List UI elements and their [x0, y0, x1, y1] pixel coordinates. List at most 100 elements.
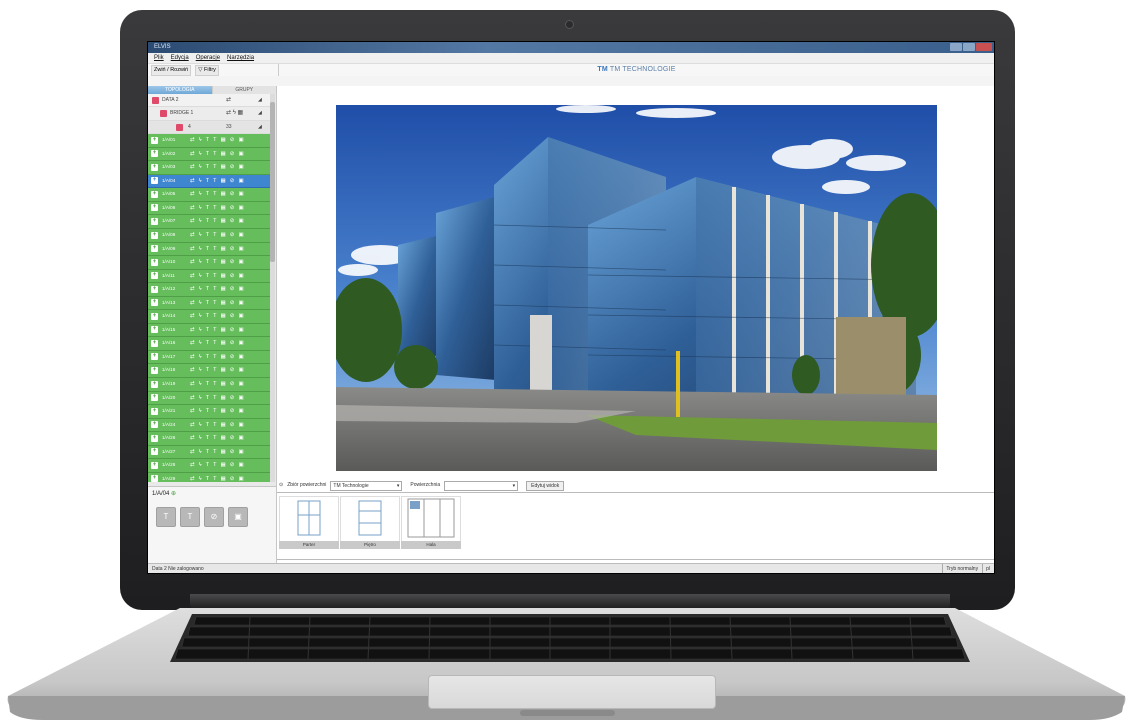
- device-row-action-icons[interactable]: ⇄ ϟ T T ▦ ⊘ ▣: [190, 364, 245, 377]
- tree-node-data[interactable]: DATA 2 ⇄ ◢: [148, 94, 270, 108]
- device-row[interactable]: +1/A/02 ⇄ ϟ T T ▦ ⊘ ▣: [148, 147, 270, 162]
- device-row[interactable]: +1/A/26 ⇄ ϟ T T ▦ ⊘ ▣: [148, 432, 270, 446]
- device-row-action-icons[interactable]: ⇄ ϟ T T ▦ ⊘ ▣: [190, 229, 245, 242]
- device-row[interactable]: +1/A/19 ⇄ ϟ T T ▦ ⊘ ▣: [148, 378, 270, 392]
- device-row-action-icons[interactable]: ⇄ ϟ T T ▦ ⊘ ▣: [190, 310, 245, 323]
- add-icon[interactable]: +: [151, 407, 158, 415]
- disable-button[interactable]: ⊘: [204, 507, 224, 527]
- temperature-set-button[interactable]: T: [180, 507, 200, 527]
- device-row-action-icons[interactable]: ⇄ ϟ T T ▦ ⊘ ▣: [190, 188, 245, 201]
- device-row[interactable]: +1/A/13 ⇄ ϟ T T ▦ ⊘ ▣: [148, 296, 270, 311]
- device-row[interactable]: +1/A/10 ⇄ ϟ T T ▦ ⊘ ▣: [148, 256, 270, 270]
- device-row[interactable]: +1/A/21 ⇄ ϟ T T ▦ ⊘ ▣: [148, 405, 270, 419]
- tree-node-group[interactable]: 4 33 ◢: [148, 120, 270, 135]
- device-row[interactable]: +1/A/08 ⇄ ϟ T T ▦ ⊘ ▣: [148, 229, 270, 243]
- collapse-expand-button[interactable]: Zwiń / Rozwiń: [151, 65, 192, 76]
- expand-icon[interactable]: ◢: [258, 107, 262, 119]
- device-row-action-icons[interactable]: ⇄ ϟ T T ▦ ⊘ ▣: [190, 419, 245, 432]
- device-row[interactable]: +1/A/24 ⇄ ϟ T T ▦ ⊘ ▣: [148, 418, 270, 433]
- device-row-action-icons[interactable]: ⇄ ϟ T T ▦ ⊘ ▣: [190, 337, 245, 350]
- device-row[interactable]: +1/A/04 ⇄ ϟ T T ▦ ⊘ ▣: [148, 174, 270, 189]
- add-icon[interactable]: +: [151, 366, 158, 374]
- device-row[interactable]: +1/A/15 ⇄ ϟ T T ▦ ⊘ ▣: [148, 323, 270, 338]
- add-icon[interactable]: +: [151, 326, 158, 334]
- add-icon[interactable]: +: [151, 258, 158, 266]
- device-row-action-icons[interactable]: ⇄ ϟ T T ▦ ⊘ ▣: [190, 432, 245, 445]
- tab-topology[interactable]: TOPOLOGIA: [148, 86, 212, 94]
- device-row[interactable]: +1/A/09 ⇄ ϟ T T ▦ ⊘ ▣: [148, 242, 270, 257]
- device-row-action-icons[interactable]: ⇄ ϟ T T ▦ ⊘ ▣: [190, 161, 245, 174]
- add-icon[interactable]: +: [151, 448, 158, 456]
- save-button[interactable]: ▣: [228, 507, 248, 527]
- device-row[interactable]: +1/A/29 ⇄ ϟ T T ▦ ⊘ ▣: [148, 472, 270, 482]
- device-row-action-icons[interactable]: ⇄ ϟ T T ▦ ⊘ ▣: [190, 405, 245, 418]
- device-row-action-icons[interactable]: ⇄ ϟ T T ▦ ⊘ ▣: [190, 392, 245, 405]
- add-icon[interactable]: ⊕: [171, 491, 176, 497]
- add-icon[interactable]: +: [151, 434, 158, 442]
- device-row[interactable]: +1/A/06 ⇄ ϟ T T ▦ ⊘ ▣: [148, 201, 270, 216]
- device-row-action-icons[interactable]: ⇄ ϟ T T ▦ ⊘ ▣: [190, 202, 245, 215]
- device-row-action-icons[interactable]: ⇄ ϟ T T ▦ ⊘ ▣: [190, 175, 245, 188]
- edit-view-button[interactable]: Edytuj widok: [526, 481, 565, 491]
- device-row[interactable]: +1/A/05 ⇄ ϟ T T ▦ ⊘ ▣: [148, 188, 270, 202]
- tree-node-bridge[interactable]: BRIDGE 1 ⇄ ϟ ▦ ◢: [148, 107, 270, 121]
- surface-select[interactable]: ▾: [444, 481, 519, 491]
- add-icon[interactable]: +: [151, 231, 158, 239]
- add-icon[interactable]: +: [151, 353, 158, 361]
- device-row-action-icons[interactable]: ⇄ ϟ T T ▦ ⊘ ▣: [190, 473, 245, 482]
- device-row-action-icons[interactable]: ⇄ ϟ T T ▦ ⊘ ▣: [190, 297, 245, 310]
- device-row-action-icons[interactable]: ⇄ ϟ T T ▦ ⊘ ▣: [190, 148, 245, 161]
- device-row-action-icons[interactable]: ⇄ ϟ T T ▦ ⊘ ▣: [190, 378, 245, 391]
- add-icon[interactable]: +: [151, 394, 158, 402]
- maximize-button[interactable]: [963, 43, 975, 51]
- device-row-action-icons[interactable]: ⇄ ϟ T T ▦ ⊘ ▣: [190, 270, 245, 283]
- tab-groups[interactable]: GRUPY: [211, 86, 276, 94]
- add-icon[interactable]: +: [151, 136, 158, 144]
- surface-set-select[interactable]: TM Technologie ▾: [330, 481, 403, 491]
- temperature-button[interactable]: T: [156, 507, 176, 527]
- device-row-action-icons[interactable]: ⇄ ϟ T T ▦ ⊘ ▣: [190, 283, 245, 296]
- device-row[interactable]: +1/A/27 ⇄ ϟ T T ▦ ⊘ ▣: [148, 445, 270, 460]
- language-select[interactable]: pl: [982, 564, 990, 573]
- device-row-action-icons[interactable]: ⇄ ϟ T T ▦ ⊘ ▣: [190, 446, 245, 459]
- device-row[interactable]: +1/A/28 ⇄ ϟ T T ▦ ⊘ ▣: [148, 459, 270, 473]
- expand-icon[interactable]: ◢: [258, 121, 262, 133]
- device-row[interactable]: +1/A/14 ⇄ ϟ T T ▦ ⊘ ▣: [148, 310, 270, 324]
- add-icon[interactable]: +: [151, 380, 158, 388]
- close-button[interactable]: [976, 43, 992, 51]
- filters-button[interactable]: ▽ Filtry: [195, 65, 219, 76]
- add-icon[interactable]: +: [151, 475, 158, 482]
- device-row[interactable]: +1/A/11 ⇄ ϟ T T ▦ ⊘ ▣: [148, 269, 270, 284]
- device-row-action-icons[interactable]: ⇄ ϟ T T ▦ ⊘ ▣: [190, 215, 245, 228]
- add-icon[interactable]: +: [151, 339, 158, 347]
- device-row-action-icons[interactable]: ⇄ ϟ T T ▦ ⊘ ▣: [190, 243, 245, 256]
- thumbnail-hall[interactable]: Hala: [401, 496, 461, 549]
- add-icon[interactable]: +: [151, 285, 158, 293]
- device-row[interactable]: +1/A/20 ⇄ ϟ T T ▦ ⊘ ▣: [148, 391, 270, 406]
- device-row[interactable]: +1/A/16 ⇄ ϟ T T ▦ ⊘ ▣: [148, 337, 270, 351]
- menu-operations[interactable]: Operacje: [196, 53, 220, 63]
- expand-icon[interactable]: ◢: [258, 94, 262, 106]
- thumbnail-ground-floor[interactable]: Parter: [279, 496, 339, 549]
- device-row-action-icons[interactable]: ⇄ ϟ T T ▦ ⊘ ▣: [190, 134, 245, 147]
- add-icon[interactable]: +: [151, 312, 158, 320]
- menu-tools[interactable]: Narzędzia: [227, 53, 254, 63]
- add-icon[interactable]: +: [151, 150, 158, 158]
- add-icon[interactable]: +: [151, 204, 158, 212]
- add-icon[interactable]: +: [151, 245, 158, 253]
- add-icon[interactable]: +: [151, 421, 158, 429]
- device-row-action-icons[interactable]: ⇄ ϟ T T ▦ ⊘ ▣: [190, 256, 245, 269]
- device-row[interactable]: +1/A/18 ⇄ ϟ T T ▦ ⊘ ▣: [148, 364, 270, 379]
- device-row[interactable]: +1/A/07 ⇄ ϟ T T ▦ ⊘ ▣: [148, 215, 270, 229]
- menu-edit[interactable]: Edycja: [171, 53, 189, 63]
- device-row[interactable]: +1/A/01 ⇄ ϟ T T ▦ ⊘ ▣: [148, 134, 270, 148]
- device-row[interactable]: +1/A/03 ⇄ ϟ T T ▦ ⊘ ▣: [148, 161, 270, 175]
- device-row-action-icons[interactable]: ⇄ ϟ T T ▦ ⊘ ▣: [190, 459, 245, 472]
- add-icon[interactable]: +: [151, 177, 158, 185]
- menu-file[interactable]: Plik: [154, 53, 164, 63]
- device-row[interactable]: +1/A/12 ⇄ ϟ T T ▦ ⊘ ▣: [148, 283, 270, 297]
- add-icon[interactable]: +: [151, 190, 158, 198]
- device-row-action-icons[interactable]: ⇄ ϟ T T ▦ ⊘ ▣: [190, 351, 245, 364]
- add-icon[interactable]: +: [151, 217, 158, 225]
- collapse-icon[interactable]: ⊙: [279, 479, 283, 491]
